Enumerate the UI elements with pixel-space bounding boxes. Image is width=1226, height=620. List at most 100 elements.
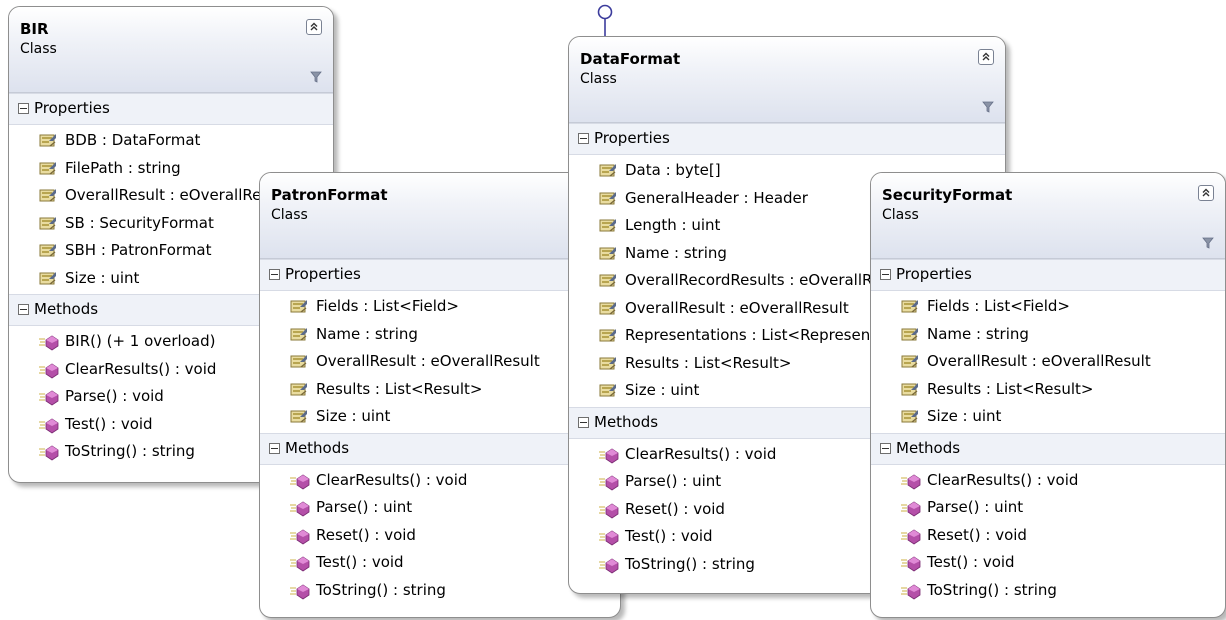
method-label: ToString() : string (65, 442, 195, 460)
method-item[interactable]: Test() : void (260, 549, 620, 577)
class-name: SecurityFormat (882, 186, 1013, 204)
property-label: Name : string (625, 243, 727, 262)
collapse-toggle-icon[interactable] (18, 103, 29, 114)
methods-section-header[interactable]: Methods (260, 432, 620, 465)
property-label: GeneralHeader : Header (625, 188, 808, 207)
class-box-security-format[interactable]: SecurityFormat Class Properties Fields :… (870, 172, 1226, 618)
property-item[interactable]: Results : List<Result> (260, 376, 620, 404)
collapse-toggle-icon[interactable] (578, 416, 589, 428)
method-label: Reset() : void (927, 525, 1027, 544)
method-item[interactable]: Test() : void (871, 549, 1225, 577)
class-name: DataFormat (580, 50, 681, 68)
method-item[interactable]: Reset() : void (871, 522, 1225, 550)
collapse-chevrons-icon[interactable] (306, 19, 322, 35)
method-label: ClearResults() : void (927, 470, 1079, 489)
properties-section-header[interactable]: Properties (9, 93, 333, 125)
property-label: Size : uint (65, 268, 140, 287)
collapse-toggle-icon[interactable] (269, 442, 280, 454)
section-label: Properties (594, 129, 670, 147)
method-label: ToString() : string (316, 580, 446, 599)
method-label: Test() : void (625, 527, 713, 545)
class-header: SecurityFormat Class (871, 173, 1225, 259)
method-icon (599, 556, 619, 584)
class-header: DataFormat Class (569, 37, 1005, 123)
methods-list: ClearResults() : void Parse() : uint Reset… (260, 465, 620, 607)
section-label: Methods (896, 438, 961, 457)
method-label: Parse() : void (65, 387, 164, 405)
property-item[interactable]: Fields : List<Field> (260, 293, 620, 321)
filter-icon[interactable] (310, 71, 322, 83)
method-icon (901, 582, 921, 610)
section-label: Properties (285, 265, 361, 283)
method-icon (290, 582, 310, 610)
property-item[interactable]: Size : uint (260, 403, 620, 431)
collapse-chevrons-icon[interactable] (978, 49, 994, 65)
method-item[interactable]: ClearResults() : void (260, 467, 620, 495)
methods-section-header[interactable]: Methods (871, 432, 1225, 465)
collapse-toggle-icon[interactable] (578, 133, 589, 144)
property-item[interactable]: Results : List<Result> (871, 376, 1225, 404)
method-label: Test() : void (316, 553, 404, 571)
class-name: PatronFormat (271, 186, 388, 204)
method-label: Parse() : uint (316, 498, 413, 516)
property-item[interactable]: BDB : DataFormat (9, 127, 333, 155)
properties-list: Fields : List<Field> Name : string Overall… (871, 291, 1225, 433)
method-item[interactable]: ToString() : string (871, 577, 1225, 605)
class-stereotype: Class (20, 41, 57, 57)
method-label: ToString() : string (927, 580, 1057, 599)
property-label: Length : uint (625, 216, 721, 234)
properties-section-header[interactable]: Properties (569, 123, 1005, 155)
class-stereotype: Class (271, 207, 308, 223)
property-label: Results : List<Result> (625, 353, 792, 372)
class-stereotype: Class (580, 71, 617, 87)
section-label: Methods (285, 438, 350, 457)
method-label: BIR() (+ 1 overload) (65, 332, 216, 350)
property-label: SB : SecurityFormat (65, 213, 214, 232)
class-box-patron-format[interactable]: PatronFormat Class Properties Fields : L… (259, 172, 621, 618)
filter-icon[interactable] (1202, 237, 1214, 249)
property-item[interactable]: Name : string (871, 321, 1225, 349)
collapse-toggle-icon[interactable] (880, 269, 891, 280)
property-icon (290, 408, 308, 436)
property-label: Size : uint (316, 407, 391, 425)
methods-list: ClearResults() : void Parse() : uint Reset… (871, 465, 1225, 607)
method-label: Reset() : void (316, 525, 416, 544)
property-label: OverallResult : eOverallResult (316, 352, 540, 370)
class-header: BIR Class (9, 7, 333, 93)
property-label: Data : byte[] (625, 161, 721, 179)
properties-section-header[interactable]: Properties (260, 259, 620, 291)
property-label: OverallResult : eOverallResult (65, 186, 289, 204)
property-item[interactable]: Size : uint (871, 403, 1225, 431)
property-label: Name : string (927, 324, 1029, 343)
properties-section-header[interactable]: Properties (871, 259, 1225, 291)
property-label: Results : List<Result> (927, 379, 1094, 398)
collapse-toggle-icon[interactable] (880, 442, 891, 454)
section-label: Properties (896, 265, 972, 283)
property-item[interactable]: Fields : List<Field> (871, 293, 1225, 321)
collapse-toggle-icon[interactable] (269, 269, 280, 280)
method-label: Test() : void (65, 414, 153, 433)
property-item[interactable]: OverallResult : eOverallResult (871, 348, 1225, 376)
collapse-toggle-icon[interactable] (18, 304, 29, 315)
section-label: Properties (34, 99, 110, 117)
method-label: Parse() : uint (927, 498, 1024, 516)
filter-icon[interactable] (982, 101, 994, 113)
method-item[interactable]: Reset() : void (260, 522, 620, 550)
property-label: BDB : DataFormat (65, 131, 201, 149)
property-label: OverallRecordResults : eOverallResult (625, 271, 909, 289)
property-label: Name : string (316, 324, 418, 343)
property-item[interactable]: OverallResult : eOverallResult (260, 348, 620, 376)
property-item[interactable]: Name : string (260, 321, 620, 349)
method-item[interactable]: Parse() : uint (260, 494, 620, 522)
collapse-chevrons-icon[interactable] (1198, 185, 1214, 201)
method-item[interactable]: ToString() : string (260, 577, 620, 605)
method-label: ClearResults() : void (316, 470, 468, 489)
section-label: Methods (594, 412, 659, 431)
property-label: Size : uint (927, 407, 1002, 425)
method-item[interactable]: ClearResults() : void (871, 467, 1225, 495)
class-name: BIR (20, 20, 49, 38)
property-label: Size : uint (625, 381, 700, 399)
property-label: Results : List<Result> (316, 379, 483, 398)
class-header: PatronFormat Class (260, 173, 620, 259)
method-item[interactable]: Parse() : uint (871, 494, 1225, 522)
